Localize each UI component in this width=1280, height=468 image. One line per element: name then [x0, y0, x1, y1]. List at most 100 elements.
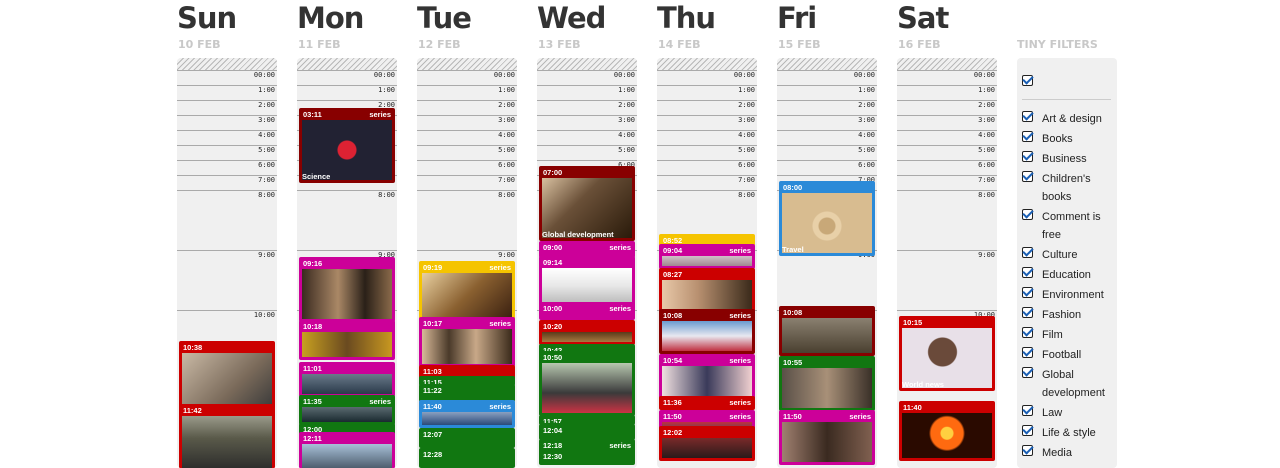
programme-card[interactable]: 12:02: [659, 426, 755, 461]
filter-checkbox[interactable]: [1022, 367, 1033, 378]
day-timeline: 00:00 1:00 2:00 3:00 4:00 5:00 6:00 7:00 8:00 9:0…: [177, 58, 277, 468]
hour-line: 4:00: [417, 130, 517, 145]
programme-card[interactable]: 11:01: [299, 362, 395, 397]
filter-item[interactable]: Global development: [1022, 367, 1117, 399]
programme-card[interactable]: 11:36 series: [659, 396, 755, 410]
card-time: 11:35: [303, 397, 322, 406]
programme-card[interactable]: 10:08: [779, 306, 875, 356]
programme-card[interactable]: 08:00 Travel: [779, 181, 875, 256]
filter-item[interactable]: Culture: [1022, 247, 1117, 265]
card-time: 11:50: [663, 412, 682, 421]
filter-checkbox[interactable]: [1022, 287, 1033, 298]
card-time: 07:00: [543, 168, 563, 177]
programme-card[interactable]: 10:55: [779, 356, 875, 411]
programme-card[interactable]: 03:11 series Science: [299, 108, 395, 183]
filter-item[interactable]: Children's books: [1022, 171, 1117, 203]
hour-line: 4:00: [777, 130, 877, 145]
hour-label: 4:00: [258, 131, 275, 139]
hour-label: 2:00: [498, 101, 515, 109]
programme-card[interactable]: 10:17 series: [419, 317, 515, 367]
filter-checkbox[interactable]: [1022, 327, 1033, 338]
card-header: 10:55: [781, 358, 873, 368]
programme-card[interactable]: 10:18: [299, 320, 395, 360]
programme-card[interactable]: 10:54 series: [659, 354, 755, 399]
programme-card[interactable]: 10:08 series: [659, 309, 755, 354]
programme-card[interactable]: 10:00 series: [539, 302, 635, 320]
filter-checkbox[interactable]: [1022, 171, 1033, 182]
filter-item[interactable]: Environment: [1022, 287, 1117, 305]
hour-line: 6:00: [777, 160, 877, 175]
programme-card[interactable]: 12:07: [419, 428, 515, 448]
day-date: 12 FEB: [418, 38, 461, 51]
programme-card[interactable]: 11:50 series: [779, 410, 875, 465]
hour-line: 1:00: [537, 85, 637, 100]
card-time: 12:11: [303, 434, 322, 443]
filter-item[interactable]: Business: [1022, 151, 1117, 169]
hour-line: 00:00: [657, 70, 757, 85]
card-header: 11:40: [901, 403, 993, 413]
programme-card[interactable]: 11:35 series: [299, 395, 395, 425]
filter-checkbox[interactable]: [1022, 347, 1033, 358]
hour-label: 5:00: [618, 146, 635, 154]
programme-card[interactable]: 10:20: [539, 320, 635, 345]
filter-item[interactable]: Law: [1022, 405, 1117, 423]
programme-card[interactable]: 09:16: [299, 257, 395, 322]
hour-label: 5:00: [738, 146, 755, 154]
filter-item[interactable]: Comment is free: [1022, 209, 1117, 241]
card-time: 09:00: [543, 243, 563, 252]
filter-item[interactable]: Life & style: [1022, 425, 1117, 443]
programme-card[interactable]: 11:40: [899, 401, 995, 461]
card-header: 10:08: [781, 308, 873, 318]
filter-checkbox[interactable]: [1022, 209, 1033, 220]
programme-card[interactable]: 10:50: [539, 351, 635, 416]
programme-card[interactable]: 11:42: [179, 404, 275, 468]
programme-card[interactable]: 12:04: [539, 424, 635, 440]
programme-card[interactable]: 10:15 World news: [899, 316, 995, 391]
filter-checkbox[interactable]: [1022, 425, 1033, 436]
hour-line: 00:00: [537, 70, 637, 85]
card-time: 12:28: [423, 450, 443, 459]
card-time: 09:04: [663, 246, 683, 255]
hour-label: 3:00: [498, 116, 515, 124]
programme-card[interactable]: 08:27: [659, 268, 755, 313]
filter-checkbox[interactable]: [1022, 111, 1033, 122]
filter-checkbox[interactable]: [1022, 247, 1033, 258]
programme-card[interactable]: 12:28: [419, 448, 515, 468]
hour-line: 3:00: [177, 115, 277, 130]
hour-line: 3:00: [777, 115, 877, 130]
filter-checkbox[interactable]: [1022, 267, 1033, 278]
select-all-checkbox[interactable]: [1022, 75, 1033, 86]
card-thumbnail: [302, 407, 392, 422]
filter-checkbox[interactable]: [1022, 405, 1033, 416]
filter-item[interactable]: Fashion: [1022, 307, 1117, 325]
filter-item[interactable]: Football: [1022, 347, 1117, 365]
hour-line: 00:00: [177, 70, 277, 85]
filter-item[interactable]: Books: [1022, 131, 1117, 149]
programme-card[interactable]: 09:19 series: [419, 261, 515, 321]
filter-item[interactable]: Education: [1022, 267, 1117, 285]
day-name: Sun: [177, 1, 237, 35]
programme-card[interactable]: 12:11: [299, 432, 395, 468]
filter-item[interactable]: Art & design: [1022, 111, 1117, 129]
programme-card[interactable]: 09:04 series: [659, 244, 755, 269]
hour-line: 8:00: [897, 190, 997, 205]
programme-card[interactable]: 09:14: [539, 256, 635, 306]
hour-label: 1:00: [618, 86, 635, 94]
programme-card[interactable]: 12:30: [539, 450, 635, 465]
card-thumbnail: [902, 413, 992, 458]
filter-checkbox[interactable]: [1022, 445, 1033, 456]
filter-label: Football: [1042, 349, 1082, 361]
programme-card[interactable]: 10:38: [179, 341, 275, 411]
card-header: 08:27: [661, 270, 753, 280]
programme-card[interactable]: 07:00 Global development: [539, 166, 635, 241]
filter-checkbox[interactable]: [1022, 151, 1033, 162]
filters-title: TINY FILTERS: [1017, 38, 1098, 51]
filter-checkbox[interactable]: [1022, 307, 1033, 318]
filter-label: Culture: [1042, 249, 1078, 261]
filter-item[interactable]: Media: [1022, 445, 1117, 463]
hour-label: 6:00: [738, 161, 755, 169]
hour-line: 3:00: [537, 115, 637, 130]
filter-checkbox[interactable]: [1022, 131, 1033, 142]
filter-item[interactable]: Film: [1022, 327, 1117, 345]
programme-card[interactable]: 11:40 series: [419, 400, 515, 428]
